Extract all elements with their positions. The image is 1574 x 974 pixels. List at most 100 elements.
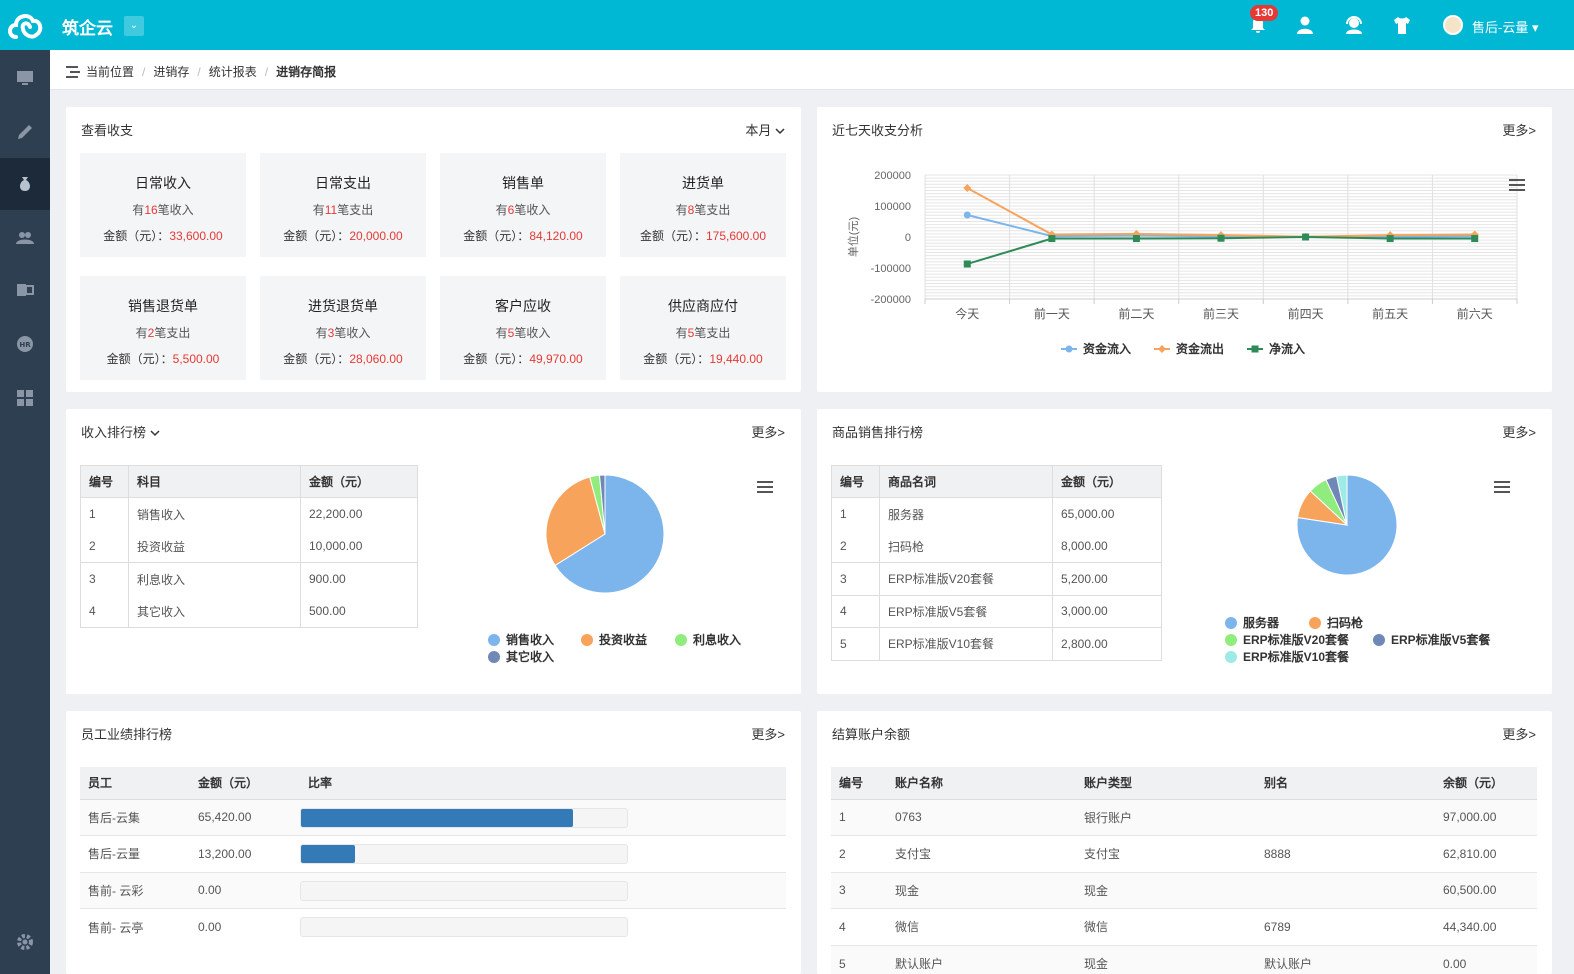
stat-card[interactable]: 进货单 有8笔支出 金额（元）：175,600.00 xyxy=(620,153,786,257)
support-headset-icon[interactable] xyxy=(1342,13,1366,37)
staff-name: 售后-云集 xyxy=(88,810,140,825)
sidebar-item-hr[interactable]: HR xyxy=(0,318,50,370)
ranking-dropdown[interactable]: 收入排行榜 xyxy=(81,422,160,441)
legend-item[interactable]: 其它收入 xyxy=(488,648,554,665)
stat-card[interactable]: 客户应收 有5笔收入 金额（元）：49,970.00 xyxy=(440,276,606,380)
x-tick-label: 前四天 xyxy=(1288,306,1324,321)
account-link[interactable]: 0763 xyxy=(887,799,1076,836)
user-icon[interactable] xyxy=(1294,13,1318,37)
stat-card[interactable]: 日常收入 有16笔收入 金额（元）：33,600.00 xyxy=(80,153,246,257)
tshirt-icon[interactable] xyxy=(1390,13,1414,37)
table-row[interactable]: 售前- 云彩 0.00 xyxy=(80,872,786,909)
chart-menu-icon[interactable] xyxy=(1509,179,1525,191)
sidebar-item-apps[interactable] xyxy=(0,372,50,424)
data-point[interactable] xyxy=(1217,234,1225,242)
stat-card-amount: 金额（元）：5,500.00 xyxy=(80,350,246,367)
cloud-logo-icon[interactable] xyxy=(6,7,44,43)
data-point[interactable] xyxy=(963,260,971,268)
table-row[interactable]: 2 投资收益 10,000.00 xyxy=(80,530,418,563)
data-point[interactable] xyxy=(1048,235,1056,243)
stat-card-amount: 金额（元）：175,600.00 xyxy=(620,227,786,244)
stat-card-title: 供应商应付 xyxy=(668,298,738,314)
legend-dot xyxy=(1225,617,1237,629)
legend-item[interactable]: 净流入 xyxy=(1247,341,1305,356)
progress-bar xyxy=(300,880,628,901)
table-cell: 2 xyxy=(831,530,880,563)
table-cell: 44,340.00 xyxy=(1443,919,1497,934)
legend-item[interactable]: 销售收入 xyxy=(488,631,554,648)
income-ranking-table: 编号 科目 金额（元） 1 销售收入 22,200.00 2 投资收益 10,000.00… xyxy=(80,465,418,628)
table-row[interactable]: 1 服务器 65,000.00 xyxy=(831,497,1162,530)
legend-item[interactable]: ERP标准版V5套餐 xyxy=(1373,631,1490,648)
amount-value: 5,500.00 xyxy=(172,352,220,366)
data-point[interactable] xyxy=(1302,233,1310,241)
column-header: 金额（元） xyxy=(300,465,418,498)
brand-dropdown-button[interactable]: ⌄ xyxy=(124,16,144,36)
legend-item[interactable]: 服务器 xyxy=(1225,614,1279,631)
breadcrumb-item[interactable]: 统计报表 xyxy=(209,63,257,80)
more-link[interactable]: 更多> xyxy=(751,422,785,441)
staff-name: 售前- 云彩 xyxy=(88,883,144,898)
table-cell: ERP标准版V10套餐 xyxy=(879,627,1053,660)
account-link[interactable]: 微信 xyxy=(887,909,1076,946)
chart-menu-icon[interactable] xyxy=(1494,481,1510,493)
table-cell: 4 xyxy=(831,595,880,628)
chart-menu-icon[interactable] xyxy=(757,481,773,493)
stat-card[interactable]: 销售退货单 有2笔支出 金额（元）：5,500.00 xyxy=(80,276,246,380)
sidebar-item-office[interactable] xyxy=(0,264,50,316)
avatar[interactable] xyxy=(1443,15,1463,35)
account-link[interactable]: 现金 xyxy=(887,872,1076,909)
legend-item[interactable]: 扫码枪 xyxy=(1309,614,1363,631)
table-row[interactable]: 2 扫码枪 8,000.00 xyxy=(831,530,1162,563)
sidebar-item-desktop[interactable] xyxy=(0,52,50,104)
sidebar-item-money[interactable] xyxy=(0,158,50,210)
data-point[interactable] xyxy=(963,211,971,219)
breadcrumb-item[interactable]: 进销存 xyxy=(153,63,189,80)
stat-card[interactable]: 进货退货单 有3笔收入 金额（元）：28,060.00 xyxy=(260,276,426,380)
more-link[interactable]: 更多> xyxy=(1502,120,1536,139)
table-row[interactable]: 4 微信 微信 6789 44,340.00 xyxy=(831,908,1537,946)
table-row[interactable]: 2 支付宝 支付宝 8888 62,810.00 xyxy=(831,835,1537,873)
stat-card[interactable]: 供应商应付 有5笔支出 金额（元）：19,440.00 xyxy=(620,276,786,380)
legend-item[interactable]: 资金流出 xyxy=(1154,341,1224,356)
account-link[interactable]: 支付宝 xyxy=(887,836,1076,873)
data-point[interactable] xyxy=(1386,235,1394,243)
table-row[interactable]: 3 利息收入 900.00 xyxy=(80,562,418,595)
table-row[interactable]: 售后-云量 13,200.00 xyxy=(80,835,786,873)
legend-item[interactable]: 资金流入 xyxy=(1061,341,1131,356)
sidebar-item-users[interactable] xyxy=(0,212,50,264)
more-link[interactable]: 更多> xyxy=(1502,724,1536,743)
table-row[interactable]: 1 0763 银行账户 97,000.00 xyxy=(831,799,1537,836)
table-row[interactable]: 售前- 云亭 0.00 xyxy=(80,908,786,946)
table-row[interactable]: 1 销售收入 22,200.00 xyxy=(80,497,418,530)
legend-item[interactable]: 利息收入 xyxy=(675,631,741,648)
more-link[interactable]: 更多> xyxy=(1502,422,1536,441)
stat-card[interactable]: 日常支出 有11笔支出 金额（元）：20,000.00 xyxy=(260,153,426,257)
data-point[interactable] xyxy=(1471,235,1479,243)
table-row[interactable]: 3 ERP标准版V20套餐 5,200.00 xyxy=(831,562,1162,595)
legend-dot xyxy=(1225,634,1237,646)
table-row[interactable]: 4 其它收入 500.00 xyxy=(80,595,418,628)
legend-item[interactable]: ERP标准版V20套餐 xyxy=(1225,631,1349,648)
count-prefix: 有 xyxy=(135,326,148,340)
table-row[interactable]: 3 现金 现金 60,500.00 xyxy=(831,872,1537,909)
legend-item[interactable]: ERP标准版V10套餐 xyxy=(1225,648,1349,665)
more-link[interactable]: 更多> xyxy=(751,724,785,743)
table-row[interactable]: 售后-云集 65,420.00 xyxy=(80,799,786,836)
user-menu[interactable]: 售后-云量 ▾ xyxy=(1472,17,1538,36)
amount-value: 175,600.00 xyxy=(705,229,767,243)
stat-card-count: 有6笔收入 xyxy=(440,201,606,218)
account-link[interactable]: 默认账户 xyxy=(887,945,1076,974)
sidebar-item-edit[interactable] xyxy=(0,106,50,158)
sidebar-item-settings[interactable] xyxy=(0,916,50,968)
legend-item[interactable]: 投资收益 xyxy=(581,631,647,648)
breadcrumb: 当前位置 / 进销存 / 统计报表 / 进销存简报 xyxy=(66,63,336,80)
data-point[interactable] xyxy=(1132,235,1140,243)
stat-card[interactable]: 销售单 有6笔收入 金额（元）：84,120.00 xyxy=(440,153,606,257)
table-row[interactable]: 5 默认账户 现金 默认账户 0.00 xyxy=(831,945,1537,974)
period-dropdown[interactable]: 本月 xyxy=(745,120,785,139)
table-row[interactable]: 4 ERP标准版V5套餐 3,000.00 xyxy=(831,595,1162,628)
x-tick-label: 前五天 xyxy=(1372,306,1408,321)
table-row[interactable]: 5 ERP标准版V10套餐 2,800.00 xyxy=(831,627,1162,660)
brand-name: 筑企云 xyxy=(62,19,113,38)
